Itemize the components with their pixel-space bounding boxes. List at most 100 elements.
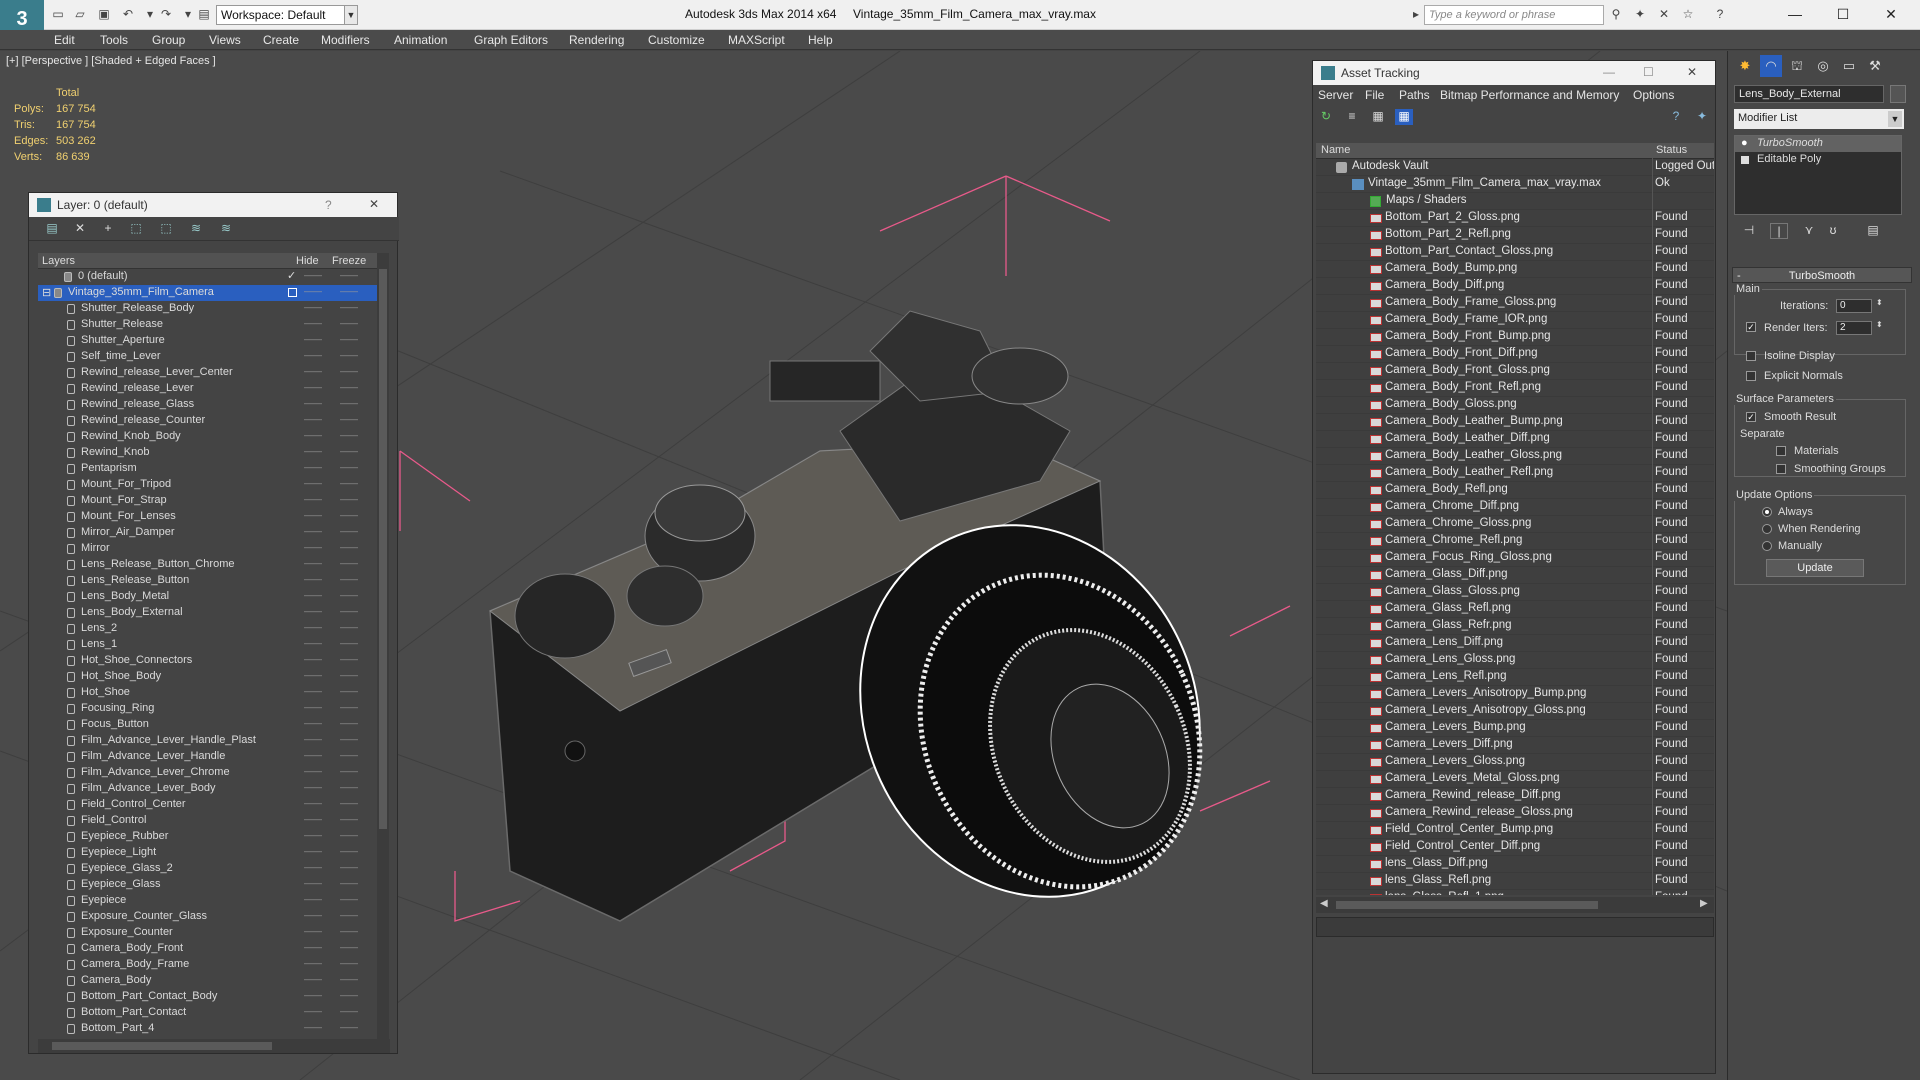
asset-row[interactable]: Camera_Levers_Anisotropy_Gloss.png Found xyxy=(1316,703,1714,720)
object-row[interactable]: Lens_Release_Button —— —— xyxy=(38,573,377,589)
object-row[interactable]: Exposure_Counter —— —— xyxy=(38,925,377,941)
make-unique-icon[interactable]: ⋎ xyxy=(1800,223,1818,239)
exchange-icon[interactable]: ✕ xyxy=(1656,7,1672,21)
object-row[interactable]: Lens_1 —— —— xyxy=(38,637,377,653)
new-layer-icon[interactable]: ▤ xyxy=(43,221,61,237)
asset-row[interactable]: Camera_Body_Bump.png Found xyxy=(1316,261,1714,278)
hide-toggle[interactable]: —— xyxy=(304,398,322,408)
column-layers[interactable]: Layers xyxy=(42,255,75,267)
asset-row[interactable]: Camera_Lens_Refl.png Found xyxy=(1316,669,1714,686)
object-row[interactable]: Shutter_Aperture —— —— xyxy=(38,333,377,349)
freeze-toggle[interactable]: —— xyxy=(340,990,358,1000)
freeze-toggle[interactable]: —— xyxy=(340,942,358,952)
hide-toggle[interactable]: —— xyxy=(304,798,322,808)
freeze-toggle[interactable]: —— xyxy=(340,350,358,360)
scrollbar-thumb[interactable] xyxy=(379,269,387,829)
freeze-toggle[interactable]: —— xyxy=(340,270,358,280)
asset-row[interactable]: Field_Control_Center_Bump.png Found xyxy=(1316,822,1714,839)
hide-toggle[interactable]: —— xyxy=(304,478,322,488)
hide-toggle[interactable]: —— xyxy=(304,974,322,984)
freeze-toggle[interactable]: —— xyxy=(340,1006,358,1016)
freeze-toggle[interactable]: —— xyxy=(340,718,358,728)
freeze-toggle[interactable]: —— xyxy=(340,430,358,440)
freeze-toggle[interactable]: —— xyxy=(340,958,358,968)
asset-menu-server[interactable]: Server xyxy=(1318,88,1353,102)
hide-toggle[interactable]: —— xyxy=(304,622,322,632)
freeze-toggle[interactable]: —— xyxy=(340,334,358,344)
asset-row[interactable]: Camera_Body_Diff.png Found xyxy=(1316,278,1714,295)
hide-toggle[interactable]: —— xyxy=(304,1006,322,1016)
maximize-icon[interactable]: ☐ xyxy=(1828,4,1858,24)
asset-row[interactable]: Camera_Lens_Gloss.png Found xyxy=(1316,652,1714,669)
asset-row[interactable]: Camera_Body_Leather_Refl.png Found xyxy=(1316,465,1714,482)
freeze-toggle[interactable]: —— xyxy=(340,398,358,408)
asset-row[interactable]: Camera_Body_Frame_IOR.png Found xyxy=(1316,312,1714,329)
object-row[interactable]: Mirror —— —— xyxy=(38,541,377,557)
asset-row[interactable]: Camera_Body_Front_Gloss.png Found xyxy=(1316,363,1714,380)
object-row[interactable]: Lens_Body_Metal —— —— xyxy=(38,589,377,605)
freeze-toggle[interactable]: —— xyxy=(340,590,358,600)
communication-icon[interactable]: ✦ xyxy=(1632,7,1648,21)
hide-toggle[interactable]: —— xyxy=(304,510,322,520)
menu-animation[interactable]: Animation xyxy=(394,33,447,47)
pin-stack-icon[interactable]: ⊣ xyxy=(1740,223,1758,239)
freeze-all-icon[interactable]: ≋ xyxy=(217,221,235,237)
hide-toggle[interactable]: —— xyxy=(304,670,322,680)
freeze-toggle[interactable]: —— xyxy=(340,414,358,424)
menu-create[interactable]: Create xyxy=(263,33,299,47)
freeze-toggle[interactable]: —— xyxy=(340,510,358,520)
hide-toggle[interactable]: —— xyxy=(304,958,322,968)
hide-toggle[interactable]: —— xyxy=(304,654,322,664)
hide-all-icon[interactable]: ≋ xyxy=(187,221,205,237)
hide-toggle[interactable]: —— xyxy=(304,302,322,312)
hide-toggle[interactable]: —— xyxy=(304,382,322,392)
close-icon[interactable]: ✕ xyxy=(369,197,379,211)
asset-row[interactable]: Camera_Levers_Gloss.png Found xyxy=(1316,754,1714,771)
hide-toggle[interactable]: —— xyxy=(304,926,322,936)
refresh-icon[interactable]: ↻ xyxy=(1317,109,1335,125)
asset-panel-titlebar[interactable]: Asset Tracking — ☐ ✕ xyxy=(1313,61,1715,85)
freeze-toggle[interactable]: —— xyxy=(340,670,358,680)
asset-row[interactable]: Camera_Chrome_Gloss.png Found xyxy=(1316,516,1714,533)
hide-toggle[interactable]: —— xyxy=(304,334,322,344)
freeze-toggle[interactable]: —— xyxy=(340,286,358,296)
asset-row[interactable]: Camera_Levers_Bump.png Found xyxy=(1316,720,1714,737)
asset-menu-paths[interactable]: Paths xyxy=(1399,88,1430,102)
scroll-left-icon[interactable]: ◀ xyxy=(1320,898,1328,909)
menu-tools[interactable]: Tools xyxy=(100,33,128,47)
project-folder-icon[interactable]: ▤ xyxy=(196,7,212,21)
turbosmooth-rollout[interactable]: - TurboSmooth xyxy=(1732,267,1912,283)
freeze-toggle[interactable]: —— xyxy=(340,638,358,648)
object-row[interactable]: Bottom_Part_Contact —— —— xyxy=(38,1005,377,1021)
object-row[interactable]: Rewind_release_Lever —— —— xyxy=(38,381,377,397)
explicit-normals-checkbox[interactable] xyxy=(1746,371,1756,381)
object-row[interactable]: Mount_For_Strap —— —— xyxy=(38,493,377,509)
menu-graph-editors[interactable]: Graph Editors xyxy=(474,33,548,47)
column-freeze[interactable]: Freeze xyxy=(332,255,366,267)
object-row[interactable]: Camera_Body —— —— xyxy=(38,973,377,989)
asset-row[interactable]: Camera_Levers_Diff.png Found xyxy=(1316,737,1714,754)
menu-rendering[interactable]: Rendering xyxy=(569,33,624,47)
hide-toggle[interactable]: —— xyxy=(304,750,322,760)
hide-toggle[interactable]: —— xyxy=(304,846,322,856)
freeze-toggle[interactable]: —— xyxy=(340,366,358,376)
undo-icon[interactable]: ↶ xyxy=(120,7,136,21)
show-end-result-icon[interactable]: | xyxy=(1770,223,1788,239)
hide-toggle[interactable]: —— xyxy=(304,318,322,328)
always-radio[interactable] xyxy=(1762,507,1772,517)
object-row[interactable]: Bottom_Part_Contact_Body —— —— xyxy=(38,989,377,1005)
scrollbar-thumb[interactable] xyxy=(1336,901,1598,909)
hide-toggle[interactable]: —— xyxy=(304,590,322,600)
asset-row[interactable]: Camera_Body_Gloss.png Found xyxy=(1316,397,1714,414)
freeze-toggle[interactable]: —— xyxy=(340,622,358,632)
freeze-toggle[interactable]: —— xyxy=(340,558,358,568)
menu-modifiers[interactable]: Modifiers xyxy=(321,33,370,47)
stack-item-turbosmooth[interactable]: ● TurboSmooth xyxy=(1735,136,1901,152)
dropdown-arrow-icon[interactable]: ▾ xyxy=(142,7,158,21)
select-objects-icon[interactable]: ⬚ xyxy=(127,221,145,237)
object-row[interactable]: Lens_Release_Button_Chrome —— —— xyxy=(38,557,377,573)
freeze-toggle[interactable]: —— xyxy=(340,654,358,664)
hide-toggle[interactable]: —— xyxy=(304,446,322,456)
hierarchy-tab-icon[interactable]: ⛫ xyxy=(1786,55,1808,77)
hide-toggle[interactable]: —— xyxy=(304,638,322,648)
